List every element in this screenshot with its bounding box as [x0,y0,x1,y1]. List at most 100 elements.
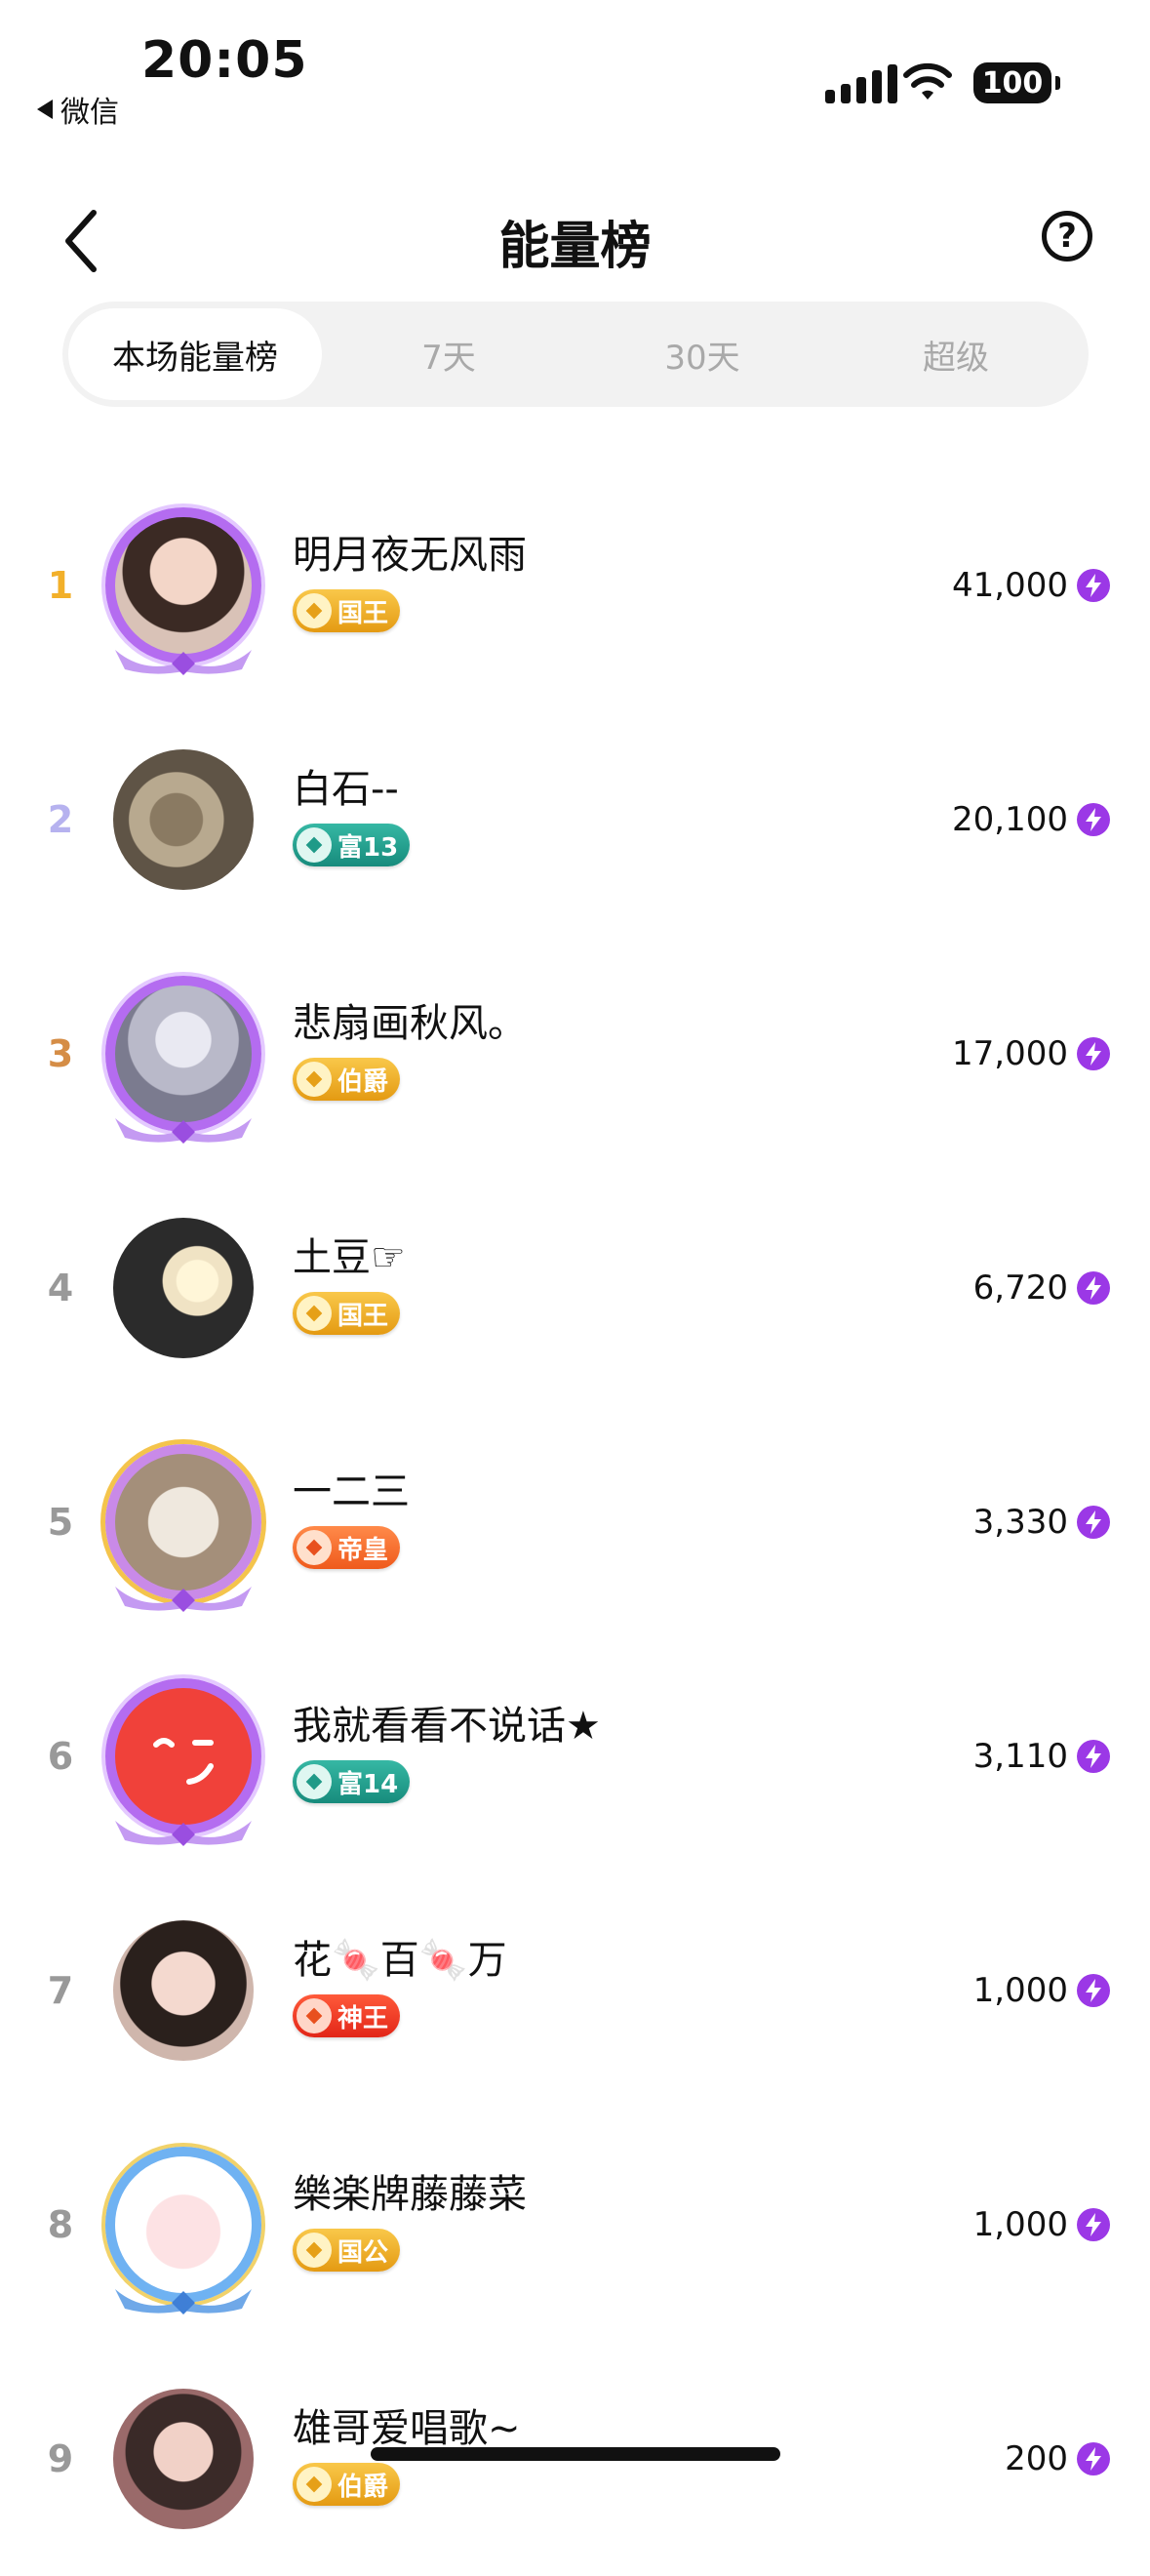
rank-number: 8 [47,2203,74,2246]
badge-label: 国王 [337,598,389,628]
avatar[interactable] [105,1210,261,1366]
avatar[interactable] [105,976,261,1144]
rank-number: 1 [47,564,74,607]
avatar-frame [105,1912,261,2069]
badge-gem-icon [297,2233,332,2268]
avatar-frame [105,1210,261,1366]
ranking-row[interactable]: 8 樂楽牌藤藤菜国公 1,000 [0,2108,1150,2342]
energy-bolt-icon [1077,569,1110,602]
cellular-signal-icon [825,64,897,103]
energy-bolt-icon [1077,1037,1110,1070]
level-badge: 伯爵 [293,1058,401,1101]
rank-number: 6 [47,1735,74,1778]
ranking-list: 1 明月夜无风雨 国王 41,000 2 白石-- 富13 20,100 3 悲扇画秋风。 伯爵 17… [0,468,1150,2576]
badge-label: 伯爵 [337,1067,389,1097]
period-tabs: 本场能量榜 7天 30天 超级 [62,302,1089,407]
battery-level: 100 [981,65,1044,101]
badge-label: 富14 [337,1769,399,1799]
energy-bolt-icon [1077,2442,1110,2475]
energy-score: 17,000 [952,1034,1068,1073]
user-name[interactable]: 一二三 [293,1460,410,1516]
help-glyph: ? [1057,217,1077,256]
rank-number: 4 [47,1267,74,1309]
ranking-row[interactable]: 2 白石-- 富13 20,100 [0,703,1150,937]
ranking-row[interactable]: 4 土豆☞ 国王 6,720 [0,1171,1150,1405]
badge-gem-icon [297,1296,332,1331]
level-badge: 国公 [293,2229,401,2272]
avatar-frame [105,2381,261,2537]
rank-number: 2 [47,798,74,841]
user-name[interactable]: 白石-- [293,757,399,814]
level-badge: 富13 [293,824,411,866]
badge-label: 神王 [337,2003,389,2033]
battery-icon: 100 [973,62,1060,103]
level-badge: 国王 [293,589,401,632]
help-icon[interactable]: ? [1042,211,1092,262]
badge-label: 国王 [337,1301,389,1331]
level-badge: 国王 [293,1292,401,1335]
user-name[interactable]: 花🍬百🍬万 [293,1928,507,1985]
energy-score: 1,000 [972,2205,1068,2244]
badge-label: 富13 [337,832,399,863]
energy-bolt-icon [1077,1271,1110,1305]
energy-score: 6,720 [972,1268,1068,1308]
badge-gem-icon [297,593,332,628]
avatar[interactable] [105,1678,261,1846]
avatar[interactable] [105,507,261,675]
energy-score: 1,000 [972,1971,1068,2010]
badge-gem-icon [297,1530,332,1565]
level-badge: 神王 [293,1994,401,2037]
ranking-row[interactable]: 7 花🍬百🍬万 神王 1,000 [0,1873,1150,2108]
user-name[interactable]: 明月夜无风雨 [293,523,527,580]
avatar-frame [105,1444,261,1600]
badge-gem-icon [297,1998,332,2033]
tab-30-days[interactable]: 30天 [575,308,829,400]
user-name[interactable]: 悲扇画秋风。 [293,991,527,1048]
frame-ornament-icon [115,1821,252,1846]
badge-gem-icon [297,827,332,863]
badge-label: 帝皇 [337,1535,389,1565]
tab-7-days[interactable]: 7天 [322,308,575,400]
energy-bolt-icon [1077,1506,1110,1539]
avatar[interactable] [105,742,261,898]
back-app-label: 微信 [60,96,119,130]
avatar-frame [105,507,261,664]
rank-number: 5 [47,1501,74,1544]
frame-ornament-icon [115,1587,252,1612]
avatar[interactable] [105,2147,261,2314]
badge-gem-icon [297,1764,332,1799]
level-badge: 伯爵 [293,2463,401,2506]
user-name[interactable]: 土豆☞ [293,1226,406,1282]
frame-ornament-icon [115,2289,252,2314]
badge-gem-icon [297,1062,332,1097]
user-name[interactable]: 我就看看不说话★ [293,1694,601,1751]
back-to-app-link[interactable]: 微信 [37,88,119,131]
energy-bolt-icon [1077,803,1110,836]
home-indicator [371,2447,780,2461]
badge-label: 伯爵 [337,2472,389,2502]
frame-ornament-icon [115,650,252,675]
energy-bolt-icon [1077,1974,1110,2007]
tab-super[interactable]: 超级 [829,308,1083,400]
user-name[interactable]: 樂楽牌藤藤菜 [293,2162,527,2219]
avatar-frame [105,742,261,898]
level-badge: 富14 [293,1760,411,1803]
ranking-row[interactable]: 3 悲扇画秋风。伯爵 17,000 [0,937,1150,1171]
ranking-row[interactable]: 5 一二三帝皇 3,330 [0,1405,1150,1639]
tab-current-session[interactable]: 本场能量榜 [68,308,322,400]
badge-label: 国公 [337,2237,389,2268]
energy-score: 41,000 [952,566,1068,605]
energy-score: 200 [1005,2439,1068,2478]
status-time: 20:05 [141,31,308,90]
user-name[interactable]: 雄哥爱唱歌~ [293,2396,521,2453]
avatar-frame [105,2147,261,2303]
energy-score: 3,330 [972,1503,1068,1542]
rank-number: 3 [47,1032,74,1075]
avatar[interactable] [105,1912,261,2069]
badge-gem-icon [297,2467,332,2502]
energy-bolt-icon [1077,2208,1110,2241]
ranking-row[interactable]: 1 明月夜无风雨国王 41,000 [0,468,1150,703]
avatar[interactable] [105,2381,261,2537]
avatar[interactable] [105,1444,261,1612]
ranking-row[interactable]: 6 我就看看不说话★ 富14 3,110 [0,1639,1150,1873]
